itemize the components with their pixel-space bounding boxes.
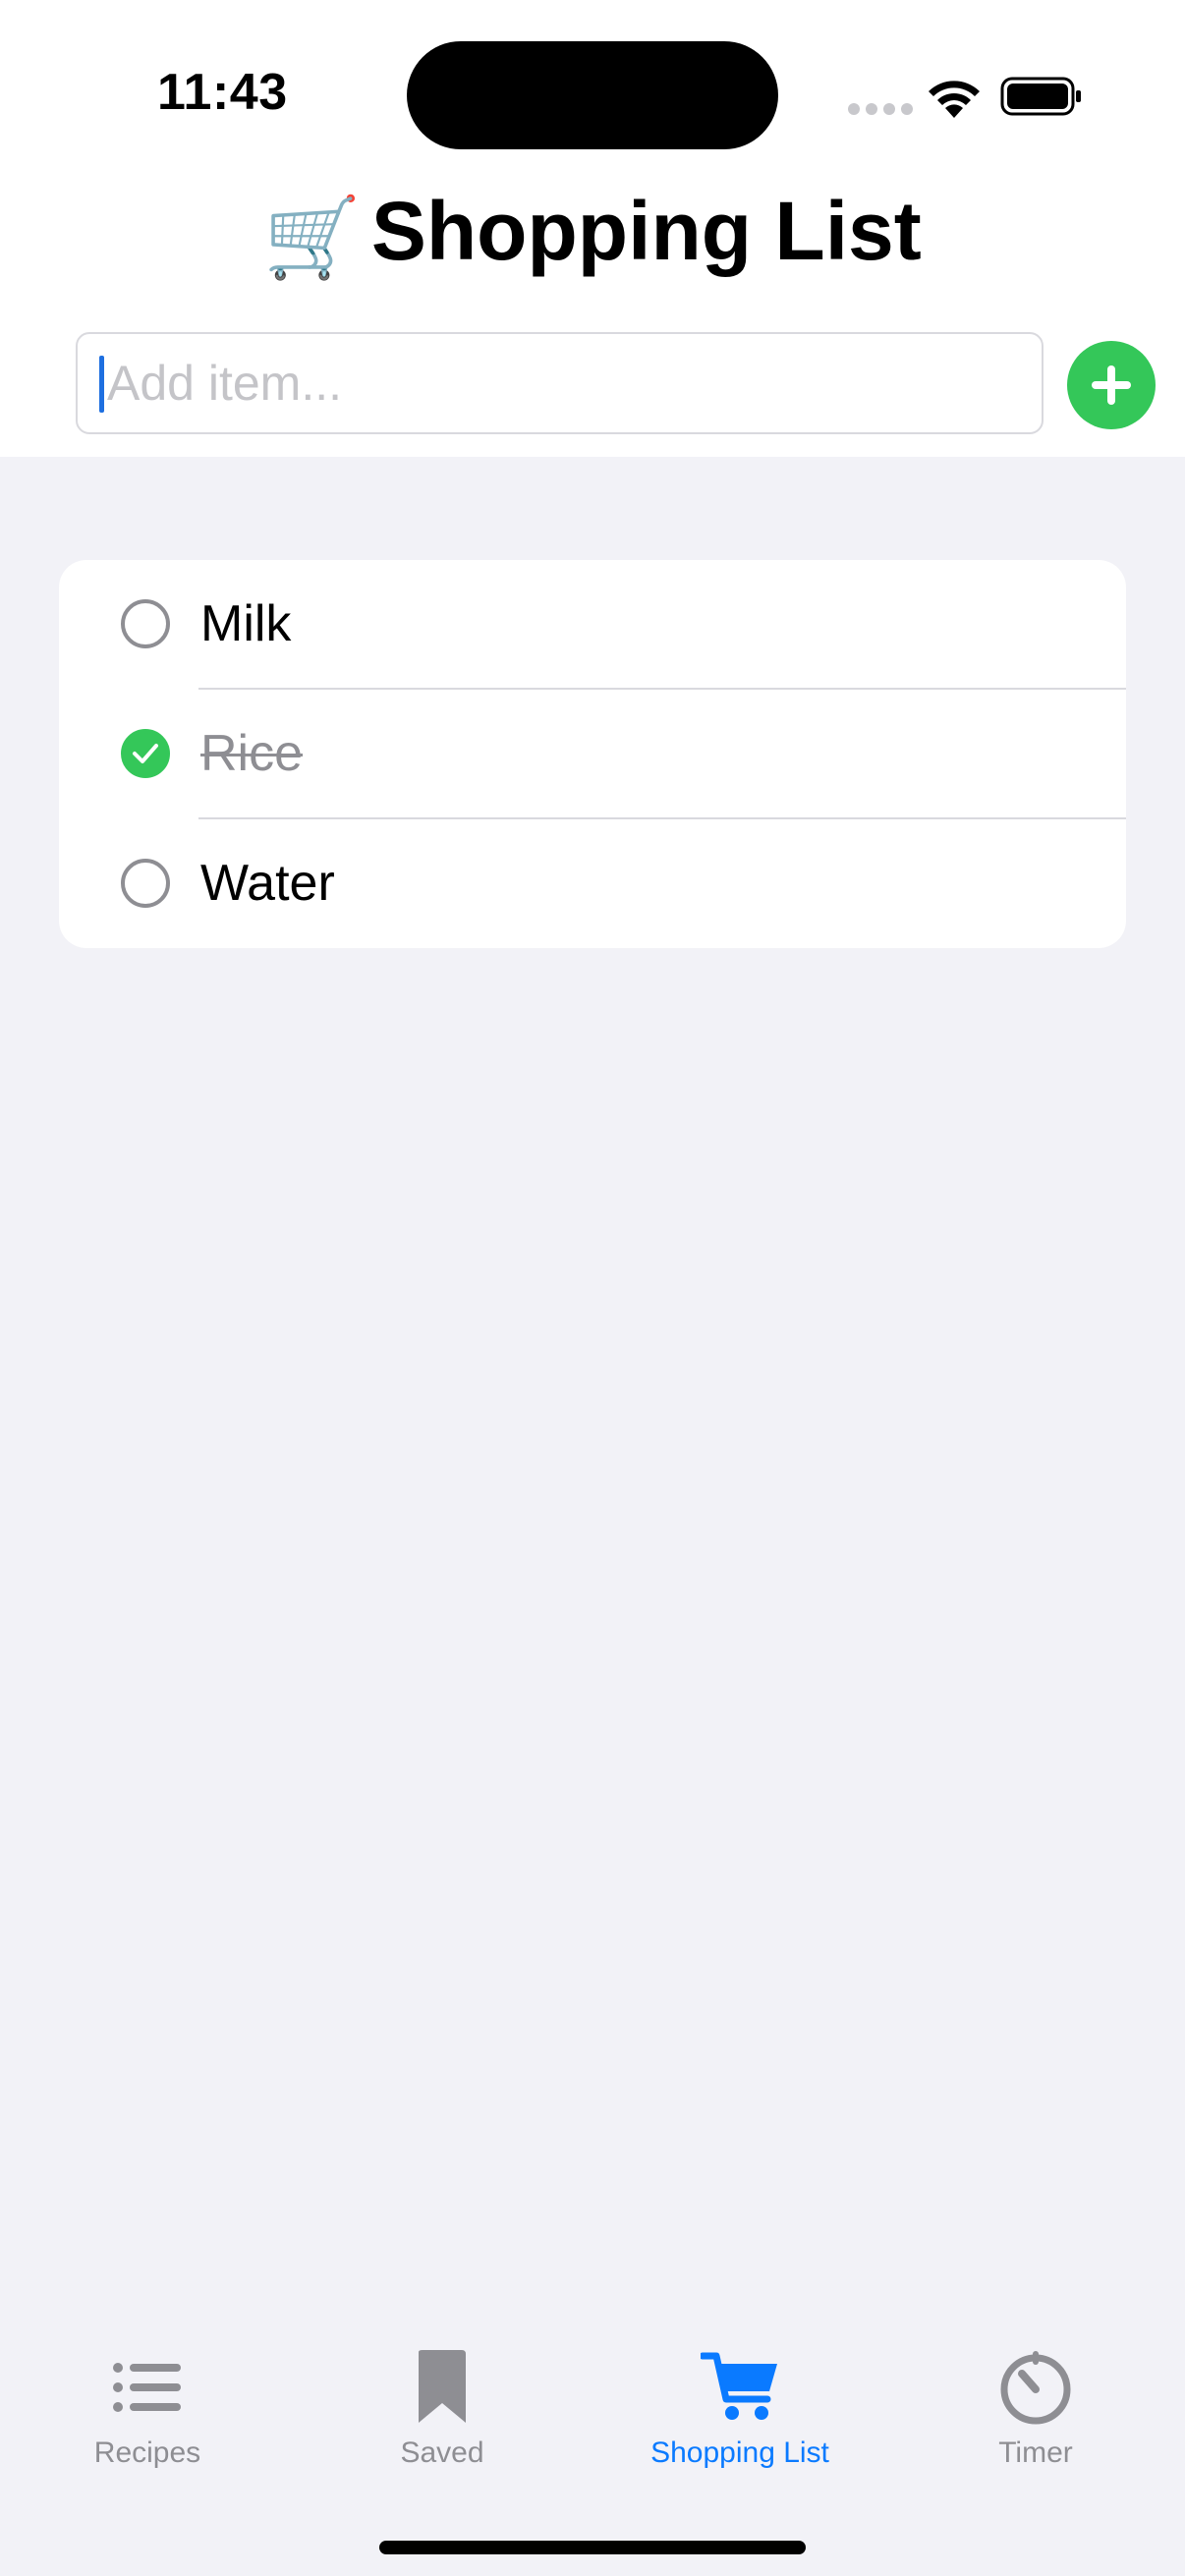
tab-timer[interactable]: Timer	[888, 2319, 1183, 2476]
item-label: Water	[200, 855, 335, 912]
list-item[interactable]: Rice	[59, 690, 1126, 817]
checkbox-unchecked[interactable]	[121, 859, 170, 908]
tab-shopping-list[interactable]: Shopping List	[592, 2319, 887, 2476]
item-label: Rice	[200, 725, 304, 782]
home-indicator[interactable]	[379, 2541, 806, 2554]
tab-label: Saved	[400, 2436, 484, 2469]
tab-bar: Recipes Saved Shopping List Timer	[0, 2319, 1185, 2476]
cellular-signal-icon	[848, 103, 913, 115]
cart-icon	[701, 2352, 777, 2420]
page-title: 🛒 Shopping List	[0, 177, 1185, 292]
add-item-button[interactable]	[1067, 341, 1156, 429]
wifi-icon	[929, 81, 980, 118]
list-item[interactable]: Milk	[59, 560, 1126, 688]
checkbox-checked[interactable]	[121, 729, 170, 778]
tab-label: Recipes	[93, 2436, 201, 2469]
header: 11:43 🛒 Shopping List	[0, 0, 1185, 457]
checkmark-icon	[133, 744, 158, 763]
add-item-input-box[interactable]	[76, 332, 1044, 434]
status-time: 11:43	[157, 64, 288, 121]
item-label: Milk	[200, 595, 292, 652]
tab-saved[interactable]: Saved	[295, 2319, 590, 2476]
shopping-list: Milk Rice Water	[59, 560, 1126, 948]
list-icon	[113, 2363, 181, 2412]
dynamic-island	[407, 41, 778, 149]
battery-icon	[1000, 77, 1081, 116]
list-item[interactable]: Water	[59, 819, 1126, 947]
tab-label: Shopping List	[650, 2436, 829, 2469]
timer-icon	[1000, 2351, 1071, 2425]
tab-label: Timer	[998, 2436, 1073, 2469]
shopping-cart-emoji-icon: 🛒	[263, 193, 362, 281]
tab-recipes[interactable]: Recipes	[0, 2319, 295, 2476]
bookmark-icon	[419, 2350, 466, 2423]
checkbox-unchecked[interactable]	[121, 599, 170, 648]
screen: 11:43 🛒 Shopping List Add item... Milk R…	[0, 0, 1185, 2576]
add-item-input[interactable]	[99, 334, 1023, 432]
plus-icon	[1092, 365, 1131, 405]
page-title-text: Shopping List	[370, 185, 922, 277]
